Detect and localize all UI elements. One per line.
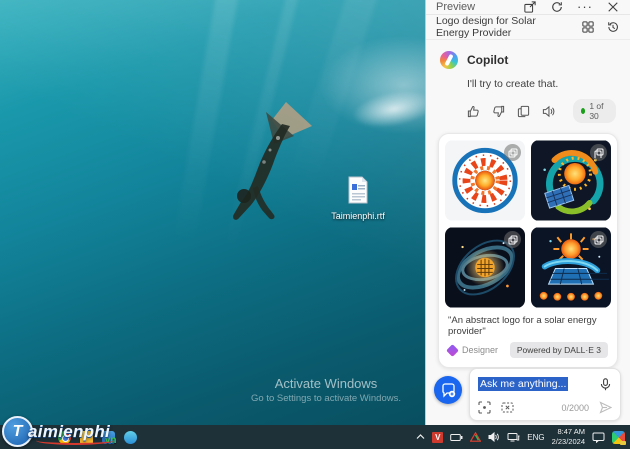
send-icon[interactable] bbox=[599, 401, 612, 414]
activate-windows-subtitle: Go to Settings to activate Windows. bbox=[228, 393, 424, 404]
system-tray: V ENG 8:47 AM 2/23/2024 bbox=[416, 427, 630, 447]
open-in-new-window-icon[interactable] bbox=[523, 0, 537, 14]
copy-image-icon bbox=[594, 148, 604, 158]
feedback-row: 1 of 30 bbox=[467, 99, 616, 123]
generated-image-2[interactable] bbox=[531, 140, 611, 221]
desktop-file-label: Taimienphi.rtf bbox=[326, 211, 390, 221]
battery-tray-icon[interactable] bbox=[450, 433, 463, 442]
vmware-tray-icon[interactable]: V bbox=[432, 432, 443, 443]
copy-image-button[interactable] bbox=[590, 144, 607, 161]
screen: Taimienphi.rtf Activate Windows Go to Se… bbox=[0, 0, 630, 449]
generated-images-card: "An abstract logo for a solar energy pro… bbox=[438, 133, 618, 368]
photos-app-icon[interactable] bbox=[124, 431, 137, 444]
generated-image-1[interactable] bbox=[445, 140, 525, 221]
green-dot-icon bbox=[581, 108, 585, 114]
copilot-panel: Preview ··· Logo design for Solar Energy… bbox=[425, 0, 630, 425]
history-icon[interactable] bbox=[606, 20, 620, 34]
panel-header: Preview ··· bbox=[426, 0, 630, 14]
copy-image-icon bbox=[594, 235, 604, 245]
desktop-file-taimienphi[interactable]: Taimienphi.rtf bbox=[326, 176, 390, 221]
char-counter: 0/2000 bbox=[561, 403, 589, 413]
chat-input-area: Ask me anything... 0/2000 bbox=[426, 368, 630, 431]
watermark-swoosh bbox=[36, 436, 114, 445]
copy-image-button[interactable] bbox=[504, 144, 521, 161]
taskbar-date: 2/23/2024 bbox=[552, 437, 585, 447]
generated-image-3[interactable] bbox=[445, 227, 525, 308]
copilot-name: Copilot bbox=[467, 53, 508, 67]
activate-windows-watermark: Activate Windows Go to Settings to activ… bbox=[228, 376, 424, 404]
copy-icon[interactable] bbox=[517, 105, 530, 118]
notification-center-icon[interactable] bbox=[592, 432, 605, 443]
refresh-icon[interactable] bbox=[550, 0, 564, 14]
copy-image-button[interactable] bbox=[504, 231, 521, 248]
image-page-indicator: 1 of 30 bbox=[573, 99, 616, 123]
chat-input-text[interactable]: Ask me anything... bbox=[478, 377, 568, 391]
thumbs-down-icon[interactable] bbox=[492, 105, 505, 118]
taskbar-clock[interactable]: 8:47 AM 2/23/2024 bbox=[552, 427, 585, 447]
more-options-icon[interactable]: ··· bbox=[577, 2, 593, 12]
rtf-file-icon bbox=[346, 176, 370, 204]
designer-attribution[interactable]: Designer bbox=[448, 345, 498, 355]
taimienphi-watermark: T aimienphi .vn bbox=[2, 416, 117, 447]
designer-icon bbox=[446, 344, 459, 357]
copy-image-icon bbox=[508, 148, 518, 158]
taimienphi-brand-text: aimienphi bbox=[28, 422, 110, 442]
chat-input-box[interactable]: Ask me anything... 0/2000 bbox=[469, 368, 621, 421]
copy-image-button[interactable] bbox=[590, 231, 607, 248]
microphone-icon[interactable] bbox=[599, 378, 612, 391]
volume-tray-icon[interactable] bbox=[488, 432, 500, 442]
image-caption: "An abstract logo for a solar energy pro… bbox=[445, 308, 611, 342]
image-grid bbox=[445, 140, 611, 308]
screenshot-icon[interactable] bbox=[478, 401, 491, 414]
copilot-message: I'll try to create that. bbox=[467, 78, 616, 90]
copilot-message-block: Copilot I'll try to create that. 1 of 30 bbox=[426, 40, 630, 123]
taskbar-time: 8:47 AM bbox=[552, 427, 585, 437]
read-aloud-icon[interactable] bbox=[542, 105, 555, 118]
desktop: Taimienphi.rtf Activate Windows Go to Se… bbox=[0, 0, 425, 425]
water-surface-foam bbox=[350, 85, 425, 133]
close-icon[interactable] bbox=[606, 0, 620, 14]
apps-grid-icon[interactable] bbox=[581, 20, 595, 34]
card-footer: Designer Powered by DALL·E 3 bbox=[445, 342, 611, 361]
conversation-title: Logo design for Solar Energy Provider bbox=[436, 15, 570, 39]
tray-chevron-up-icon[interactable] bbox=[416, 434, 425, 440]
copilot-logo-icon bbox=[440, 51, 458, 69]
powered-by-badge: Powered by DALL·E 3 bbox=[510, 342, 608, 358]
panel-title: Preview bbox=[436, 1, 510, 13]
thumbs-up-icon[interactable] bbox=[467, 105, 480, 118]
copy-image-icon bbox=[508, 235, 518, 245]
activate-windows-title: Activate Windows bbox=[228, 376, 424, 391]
panel-subheader: Logo design for Solar Energy Provider bbox=[426, 14, 630, 40]
new-topic-button[interactable] bbox=[434, 376, 462, 404]
new-topic-icon bbox=[441, 383, 456, 398]
copilot-preview-tray-icon[interactable] bbox=[612, 431, 625, 444]
add-image-icon[interactable] bbox=[501, 401, 514, 414]
language-indicator[interactable]: ENG bbox=[527, 433, 544, 442]
diver-photo bbox=[208, 92, 328, 232]
generated-image-4[interactable] bbox=[531, 227, 611, 308]
graphics-tray-icon[interactable] bbox=[470, 432, 481, 442]
designer-label: Designer bbox=[462, 345, 498, 355]
network-tray-icon[interactable] bbox=[507, 432, 520, 442]
